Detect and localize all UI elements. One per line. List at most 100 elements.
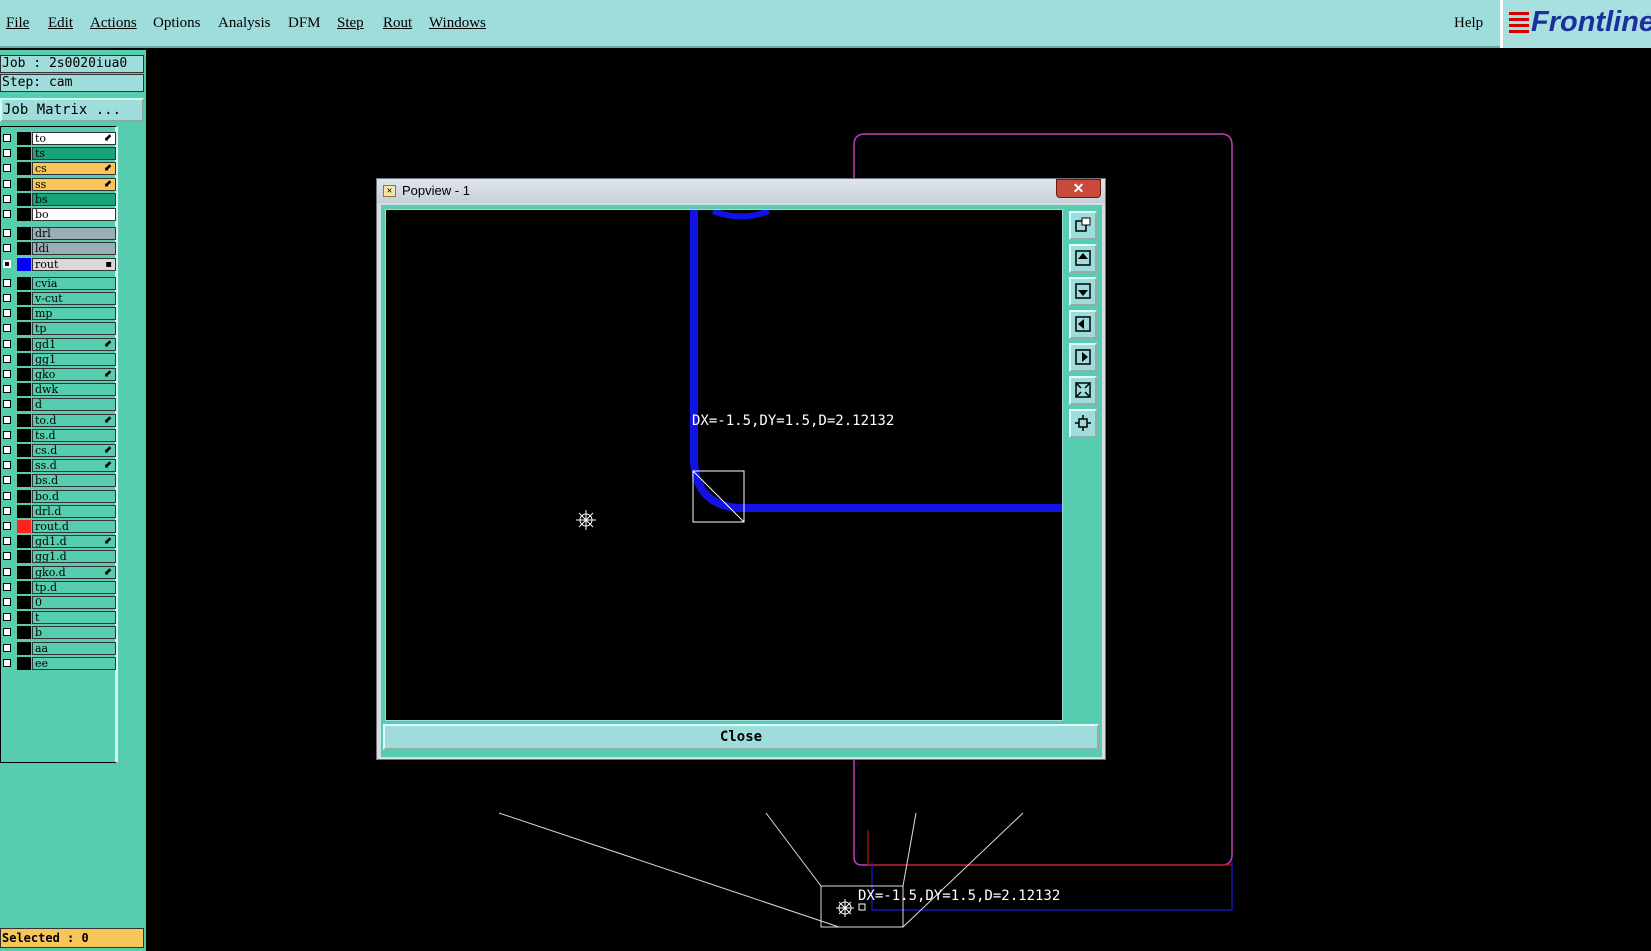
layer-color-swatch[interactable] (17, 257, 31, 271)
layer-color-swatch[interactable] (17, 565, 31, 579)
layer-name[interactable]: bs.d (32, 474, 116, 488)
layer-name[interactable]: rout ▪ (32, 257, 116, 271)
layer-name[interactable]: cs ⬋ (32, 162, 116, 176)
layer-checkbox[interactable] (3, 210, 11, 218)
layer-row-to[interactable]: to ⬋ (1, 131, 117, 146)
layer-row-drl-d[interactable]: drl.d (1, 504, 117, 519)
layer-color-swatch[interactable] (17, 276, 31, 290)
layer-checkbox[interactable] (3, 244, 11, 253)
layer-color-swatch[interactable] (17, 413, 31, 427)
layer-color-swatch[interactable] (17, 147, 31, 161)
layer-checkbox[interactable] (3, 430, 11, 439)
layer-color-swatch[interactable] (17, 398, 31, 412)
layer-name[interactable]: d (32, 398, 116, 412)
layer-color-swatch[interactable] (17, 192, 31, 206)
layer-checkbox[interactable] (3, 567, 11, 576)
layer-color-swatch[interactable] (17, 626, 31, 640)
menu-actions[interactable]: Actions (90, 15, 137, 32)
layer-name[interactable]: t (32, 611, 116, 625)
layer-row-gg1[interactable]: gg1 (1, 352, 117, 367)
menu-windows[interactable]: Windows (429, 15, 486, 32)
layer-row-cs-d[interactable]: cs.d ⬋ (1, 443, 117, 458)
menu-help[interactable]: Help (1454, 15, 1483, 32)
pan-left-button[interactable] (1069, 310, 1097, 339)
layer-name[interactable]: ss.d ⬋ (32, 459, 116, 473)
layer-row-rout-d[interactable]: rout.d (1, 519, 117, 534)
layer-name[interactable]: drl.d (32, 504, 116, 518)
layer-checkbox[interactable] (3, 476, 11, 485)
layer-checkbox[interactable] (3, 370, 11, 378)
popview-titlebar[interactable]: ✕ Popview - 1 ✕ (377, 179, 1105, 203)
layer-row-tp[interactable]: tp (1, 321, 117, 336)
layer-color-swatch[interactable] (17, 307, 31, 321)
popview-canvas[interactable]: DX=-1.5,DY=1.5,D=2.12132 (385, 208, 1063, 721)
layer-checkbox[interactable] (3, 461, 11, 470)
layer-row-d[interactable]: d (1, 397, 117, 412)
layer-checkbox[interactable] (3, 339, 11, 348)
layer-checkbox[interactable] (3, 506, 11, 515)
layer-name[interactable]: ts.d (32, 428, 116, 442)
layer-checkbox[interactable] (3, 309, 11, 318)
layer-checkbox[interactable] (3, 446, 11, 454)
layer-checkbox[interactable] (3, 582, 11, 591)
layer-row-aa[interactable]: aa (1, 641, 117, 656)
layer-name[interactable]: bo.d (32, 489, 116, 503)
layer-checkbox[interactable] (3, 229, 11, 238)
layer-checkbox[interactable] (3, 259, 11, 268)
layer-color-swatch[interactable] (17, 242, 31, 256)
layer-row-t[interactable]: t (1, 610, 117, 625)
layer-row-dwk[interactable]: dwk (1, 382, 117, 397)
layer-name[interactable]: gd1 ⬋ (32, 337, 116, 351)
zoom-home-button[interactable] (1069, 409, 1097, 438)
layer-name[interactable]: b (32, 626, 116, 640)
layer-name[interactable]: ee (32, 656, 116, 670)
layer-color-swatch[interactable] (17, 474, 31, 488)
layer-row-ts[interactable]: ts (1, 146, 117, 161)
layer-checkbox[interactable] (3, 613, 11, 622)
layer-row-to-d[interactable]: to.d ⬋ (1, 413, 117, 428)
layer-color-swatch[interactable] (17, 368, 31, 381)
layer-checkbox[interactable] (3, 643, 11, 652)
layer-row-v-cut[interactable]: v-cut (1, 291, 117, 306)
layer-checkbox[interactable] (3, 522, 11, 530)
layer-color-swatch[interactable] (17, 535, 31, 549)
layer-color-swatch[interactable] (17, 322, 31, 336)
layer-name[interactable]: mp (32, 307, 116, 321)
pan-down-button[interactable] (1069, 277, 1097, 306)
layer-color-swatch[interactable] (17, 132, 31, 145)
layer-row-bo-d[interactable]: bo.d (1, 489, 117, 504)
layer-row-ss-d[interactable]: ss.d ⬋ (1, 458, 117, 473)
pan-up-button[interactable] (1069, 244, 1097, 273)
layer-name[interactable]: gko.d ⬋ (32, 565, 116, 579)
layer-row-mp[interactable]: mp (1, 306, 117, 321)
layer-name[interactable]: tp (32, 322, 116, 336)
layer-color-swatch[interactable] (17, 459, 31, 473)
layer-name[interactable]: ldi (32, 242, 116, 256)
layer-name[interactable]: rout.d (32, 520, 116, 533)
popview-close-button[interactable]: Close (383, 724, 1099, 750)
layer-row-gko[interactable]: gko ⬋ (1, 367, 117, 382)
layer-checkbox[interactable] (3, 194, 11, 203)
layer-checkbox[interactable] (3, 658, 11, 667)
layer-row-bo[interactable]: bo (1, 207, 117, 222)
layer-checkbox[interactable] (3, 179, 11, 188)
layer-checkbox[interactable] (3, 164, 11, 173)
layer-color-swatch[interactable] (17, 520, 31, 533)
layer-checkbox[interactable] (3, 354, 11, 363)
layer-checkbox[interactable] (3, 415, 11, 424)
layer-checkbox[interactable] (3, 491, 11, 500)
layer-color-swatch[interactable] (17, 337, 31, 351)
layer-row-0[interactable]: 0 (1, 595, 117, 610)
layer-row-rout[interactable]: rout ▪ (1, 257, 117, 272)
layer-name[interactable]: ss ⬋ (32, 177, 116, 191)
layer-row-gd1[interactable]: gd1 ⬋ (1, 337, 117, 352)
layer-row-gg1-d[interactable]: gg1.d (1, 549, 117, 564)
layer-color-swatch[interactable] (17, 177, 31, 191)
layer-color-swatch[interactable] (17, 444, 31, 457)
layer-name[interactable]: gg1.d (32, 550, 116, 564)
layer-color-swatch[interactable] (17, 489, 31, 503)
menu-analysis[interactable]: Analysis (218, 15, 271, 32)
layer-name[interactable]: cs.d ⬋ (32, 444, 116, 457)
layer-row-tp-d[interactable]: tp.d (1, 580, 117, 595)
menu-file[interactable]: File (6, 15, 29, 32)
